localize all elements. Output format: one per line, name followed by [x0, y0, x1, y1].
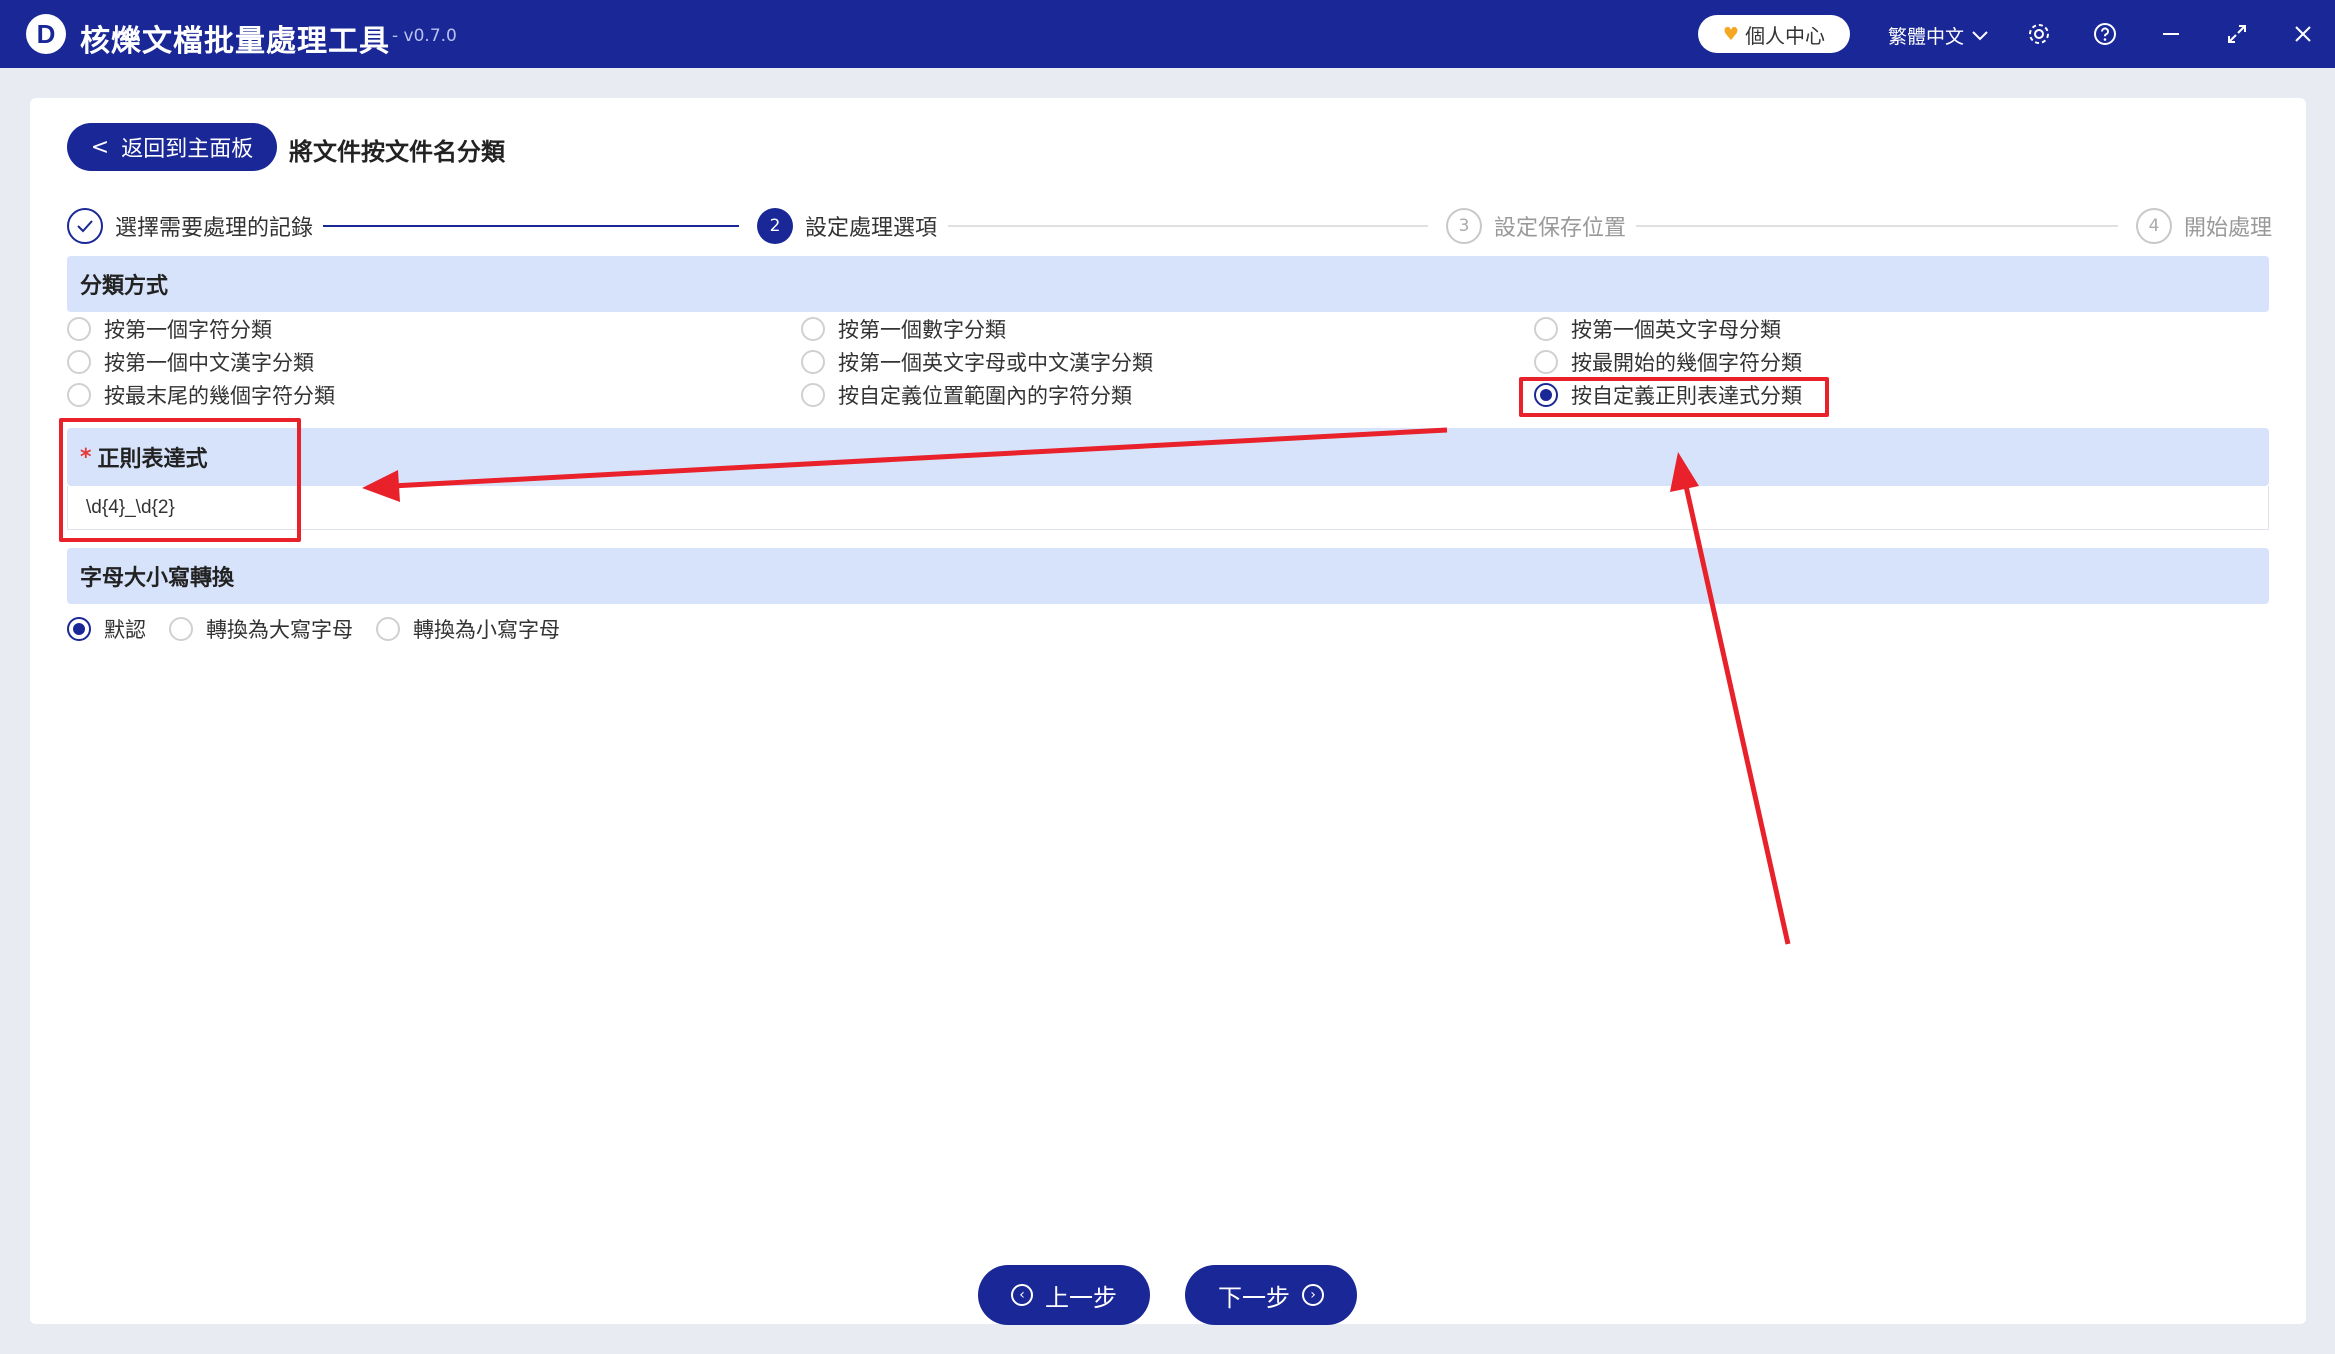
- title-bar: D 核爍文檔批量處理工具 - v0.7.0 ♥ 個人中心 繁體中文: [0, 0, 2335, 68]
- language-label: 繁體中文: [1888, 26, 1965, 48]
- step-2-label: 設定處理選項: [805, 216, 938, 241]
- radio-option[interactable]: 按最末尾的幾個字符分類: [67, 380, 335, 410]
- step-1: 選擇需要處理的記錄: [67, 208, 313, 244]
- user-center-label: 個人中心: [1745, 23, 1826, 48]
- language-selector[interactable]: 繁體中文: [1888, 22, 1988, 49]
- case-title: 字母大小寫轉換: [80, 566, 235, 591]
- classification-title: 分類方式: [80, 274, 169, 299]
- radio-label: 按最開始的幾個字符分類: [1571, 351, 1802, 375]
- radio-option[interactable]: 按第一個英文字母或中文漢字分類: [801, 347, 1153, 377]
- radio-label: 按第一個英文字母或中文漢字分類: [838, 351, 1153, 375]
- step-4-label: 開始處理: [2184, 216, 2273, 241]
- step-4: 4 開始處理: [2136, 208, 2272, 244]
- radio-label: 按自定義位置範圍內的字符分類: [838, 384, 1132, 408]
- radio-option[interactable]: 按第一個字符分類: [67, 314, 272, 344]
- radio-option[interactable]: 轉換為大寫字母: [169, 614, 353, 644]
- radio-circle[interactable]: [1534, 317, 1558, 341]
- radio-label: 轉換為大寫字母: [206, 618, 353, 642]
- next-step-label: 下一步: [1218, 1283, 1290, 1312]
- chevron-down-icon: [1972, 30, 1988, 40]
- app-title: 核爍文檔批量處理工具: [80, 24, 390, 59]
- back-to-main-button[interactable]: < 返回到主面板: [67, 123, 277, 171]
- radio-circle[interactable]: [1534, 350, 1558, 374]
- radio-label: 按第一個數字分類: [838, 318, 1006, 342]
- circle-chevron-right-icon: ›: [1302, 1284, 1324, 1306]
- radio-option[interactable]: 按自定義位置範圍內的字符分類: [801, 380, 1132, 410]
- app-version: - v0.7.0: [392, 26, 457, 46]
- previous-step-button[interactable]: ‹ 上一步: [978, 1265, 1150, 1325]
- step-3-number: 3: [1446, 208, 1482, 244]
- step-4-number: 4: [2136, 208, 2172, 244]
- radio-label: 按最末尾的幾個字符分類: [104, 384, 335, 408]
- close-icon[interactable]: [2287, 18, 2319, 50]
- classification-header: 分類方式: [67, 256, 2269, 312]
- radio-circle[interactable]: [801, 383, 825, 407]
- help-icon[interactable]: [2089, 18, 2121, 50]
- radio-circle[interactable]: [376, 617, 400, 641]
- radio-circle[interactable]: [67, 383, 91, 407]
- radio-option[interactable]: 默認: [67, 614, 146, 644]
- radio-label: 按第一個字符分類: [104, 318, 272, 342]
- highlight-box-regex-field: [59, 418, 301, 542]
- page-title: 將文件按文件名分類: [289, 138, 505, 166]
- previous-step-label: 上一步: [1045, 1283, 1117, 1312]
- step-3-label: 設定保存位置: [1494, 216, 1627, 241]
- step-connector-2: [948, 225, 1428, 227]
- app-logo: D: [26, 14, 66, 54]
- step-2: 2 設定處理選項: [757, 208, 937, 244]
- step-1-label: 選擇需要處理的記錄: [115, 216, 314, 241]
- step-connector-3: [1636, 225, 2118, 227]
- regex-header: * 正則表達式: [67, 428, 2269, 486]
- radio-label: 默認: [104, 618, 146, 642]
- regex-input[interactable]: \d{4}_\d{2}: [67, 486, 2269, 530]
- back-label: 返回到主面板: [121, 137, 254, 162]
- radio-option[interactable]: 按第一個英文字母分類: [1534, 314, 1781, 344]
- crown-icon: ♥: [1722, 23, 1740, 45]
- user-center-button[interactable]: ♥ 個人中心: [1698, 15, 1850, 53]
- radio-label: 按第一個英文字母分類: [1571, 318, 1781, 342]
- step-3: 3 設定保存位置: [1446, 208, 1626, 244]
- app-logo-letter: D: [36, 19, 56, 49]
- chevron-left-icon: <: [90, 134, 110, 160]
- radio-label: 轉換為小寫字母: [413, 618, 560, 642]
- case-header: 字母大小寫轉換: [67, 548, 2269, 604]
- highlight-box-regex-option: [1519, 377, 1829, 417]
- radio-circle-selected[interactable]: [67, 617, 91, 641]
- radio-option[interactable]: 按第一個中文漢字分類: [67, 347, 314, 377]
- radio-circle[interactable]: [67, 317, 91, 341]
- gear-icon[interactable]: [2023, 18, 2055, 50]
- radio-option[interactable]: 按最開始的幾個字符分類: [1534, 347, 1802, 377]
- next-step-button[interactable]: 下一步 ›: [1185, 1265, 1357, 1325]
- check-icon: [67, 208, 103, 244]
- radio-circle[interactable]: [801, 317, 825, 341]
- radio-circle[interactable]: [67, 350, 91, 374]
- circle-chevron-left-icon: ‹: [1011, 1284, 1033, 1306]
- maximize-icon[interactable]: [2221, 18, 2253, 50]
- radio-option[interactable]: 轉換為小寫字母: [376, 614, 560, 644]
- radio-label: 按第一個中文漢字分類: [104, 351, 314, 375]
- step-connector-1: [323, 225, 739, 227]
- minimize-icon[interactable]: [2155, 18, 2187, 50]
- radio-circle[interactable]: [801, 350, 825, 374]
- radio-circle[interactable]: [169, 617, 193, 641]
- step-2-number: 2: [757, 208, 793, 244]
- radio-option[interactable]: 按第一個數字分類: [801, 314, 1006, 344]
